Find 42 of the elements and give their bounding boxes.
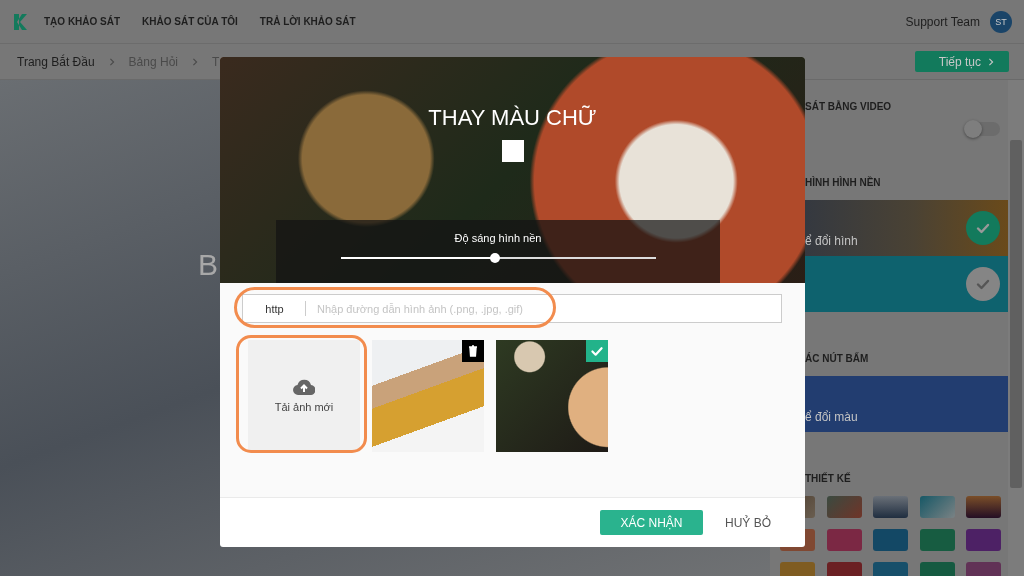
- user-avatar[interactable]: ST: [990, 10, 1012, 33]
- theme-thumbnail[interactable]: [873, 496, 908, 518]
- slider-thumb[interactable]: [489, 253, 500, 263]
- breadcrumb-link[interactable]: Trang Bắt Đầu: [17, 54, 95, 69]
- theme-swatch[interactable]: [826, 529, 862, 551]
- section-title: HÌNH HÌNH NỀN: [804, 175, 882, 190]
- chevron-icon: [191, 56, 199, 67]
- cancel-button[interactable]: HUỶ BỎ: [725, 515, 771, 530]
- card-caption: ể đổi hình: [805, 234, 858, 250]
- scrollbar[interactable]: [1008, 80, 1024, 576]
- theme-swatch[interactable]: [873, 529, 908, 551]
- nav-link[interactable]: KHẢO SÁT CỦA TÔI: [142, 16, 238, 27]
- theme-swatch[interactable]: [966, 529, 1001, 551]
- theme-swatch[interactable]: [919, 529, 955, 551]
- section-title: ÁC NÚT BẤM: [804, 351, 870, 366]
- nav-link[interactable]: TRẢ LỜI KHẢO SÁT: [259, 16, 356, 27]
- theme-thumbnail[interactable]: [826, 496, 862, 518]
- check-icon[interactable]: [586, 340, 608, 362]
- text-color-swatch[interactable]: [501, 140, 524, 162]
- image-thumbnail[interactable]: [496, 340, 608, 452]
- section-title: SÁT BẰNG VIDEO: [804, 99, 893, 114]
- upload-button[interactable]: Tải ảnh mới: [248, 340, 360, 452]
- confirm-button[interactable]: XÁC NHẬN: [600, 510, 703, 535]
- brightness-label: Độ sáng hình nền: [454, 232, 542, 244]
- theme-thumbnail[interactable]: [966, 496, 1001, 518]
- logo-icon[interactable]: [12, 11, 30, 32]
- nav-link[interactable]: TẠO KHẢO SÁT: [44, 16, 121, 27]
- cloud-upload-icon: [293, 379, 315, 395]
- chevron-icon: [987, 56, 995, 67]
- chevron-icon: [107, 56, 116, 67]
- modal-title: THAY MÀU CHỮ: [428, 105, 597, 131]
- user-name[interactable]: Support Team: [905, 14, 980, 29]
- image-thumbnail[interactable]: [372, 340, 484, 452]
- toggle-switch[interactable]: [966, 122, 1000, 136]
- trash-icon[interactable]: [462, 340, 484, 362]
- next-button[interactable]: Tiếp tục: [914, 51, 1009, 72]
- page-heading: B: [197, 247, 218, 282]
- theme-thumbnail[interactable]: [919, 496, 955, 518]
- check-icon[interactable]: [966, 267, 1000, 301]
- check-icon[interactable]: [966, 211, 1000, 245]
- card-caption: ể đổi màu: [805, 410, 858, 426]
- section-title: THIẾT KẾ: [804, 471, 852, 486]
